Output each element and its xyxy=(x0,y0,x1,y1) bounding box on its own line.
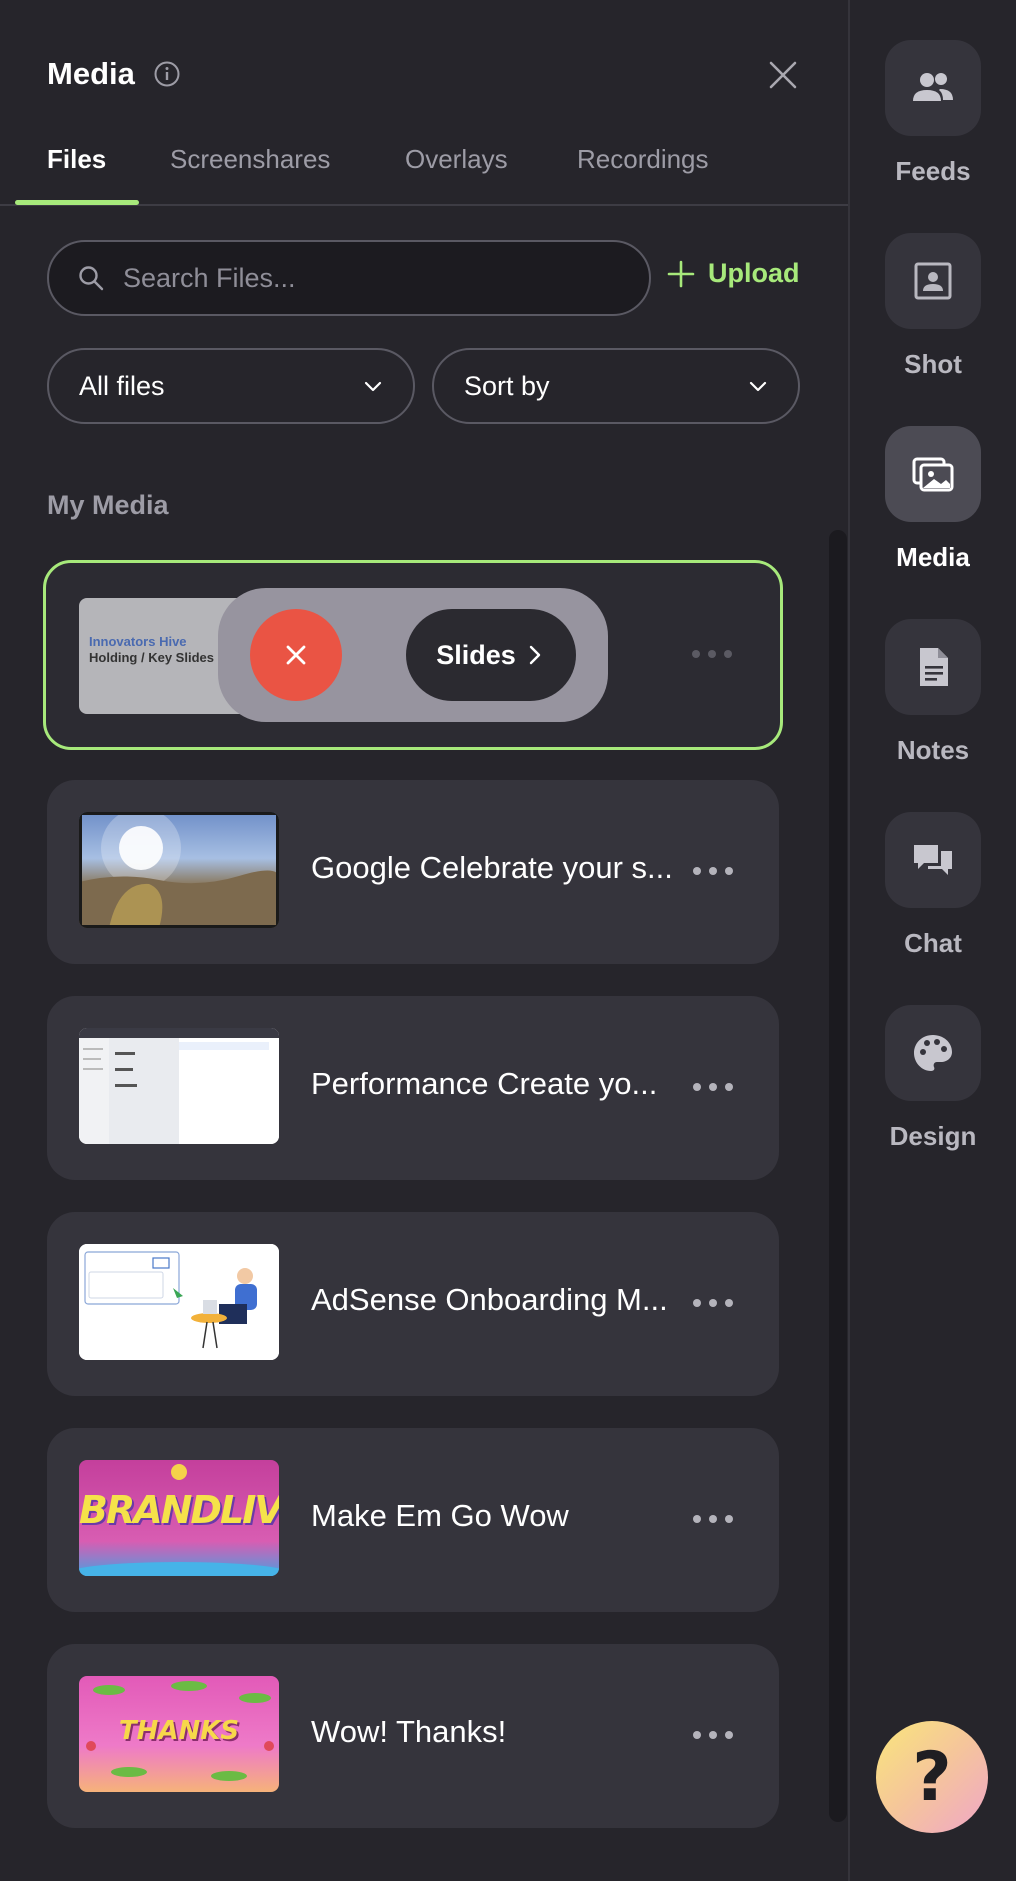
section-title: My Media xyxy=(47,490,169,520)
shot-icon xyxy=(914,262,952,300)
sort-value: Sort by xyxy=(464,370,550,401)
close-icon[interactable] xyxy=(766,58,800,92)
thumb-text: BRANDLIVE xyxy=(79,1488,279,1532)
more-options-button[interactable] xyxy=(693,1288,733,1318)
media-thumbnail xyxy=(79,1244,279,1360)
chat-icon xyxy=(914,845,952,875)
tab-overlays[interactable]: Overlays xyxy=(405,144,508,175)
media-item-name: Make Em Go Wow xyxy=(311,1498,569,1533)
active-tab-indicator xyxy=(15,200,139,205)
rail-button xyxy=(885,1005,981,1101)
rail-label: Notes xyxy=(896,735,970,765)
chevron-right-icon xyxy=(529,645,540,665)
media-panel: Media Files Screenshares Overlays Record… xyxy=(0,0,848,1881)
rail-button xyxy=(885,233,981,329)
media-item[interactable]: Google Celebrate your s... xyxy=(47,780,779,964)
tab-bar: Files Screenshares Overlays Recordings xyxy=(0,132,848,206)
rail-label: Media xyxy=(896,542,970,572)
media-item-name: Wow! Thanks! xyxy=(311,1714,507,1749)
upload-button[interactable]: Upload xyxy=(666,258,800,289)
media-item[interactable]: Performance Create yo... xyxy=(47,996,779,1180)
document-icon xyxy=(920,648,948,686)
thumb-title: Innovators Hive xyxy=(89,634,187,649)
media-item[interactable]: AdSense Onboarding M... xyxy=(47,1212,779,1396)
sort-dropdown[interactable]: Sort by xyxy=(432,348,800,424)
more-options-button[interactable] xyxy=(693,1720,733,1750)
media-thumbnail xyxy=(79,1028,279,1144)
thumb-text: THANKS xyxy=(118,1716,240,1746)
rail-item-media[interactable]: Media xyxy=(850,426,1016,573)
media-item[interactable]: THANKS Wow! Thanks! xyxy=(47,1644,779,1828)
more-options-button[interactable] xyxy=(693,1072,733,1102)
rail-button xyxy=(885,426,981,522)
search-box xyxy=(47,240,651,316)
media-item-name: Performance Create yo... xyxy=(311,1066,658,1101)
media-item-name: Google Celebrate your s... xyxy=(311,850,673,885)
rail-button xyxy=(885,619,981,715)
scrollbar[interactable] xyxy=(829,530,847,1822)
help-button[interactable]: ? xyxy=(876,1721,988,1833)
rail-label: Feeds xyxy=(895,156,971,186)
side-rail: Feeds Shot Media Notes Chat Design xyxy=(848,0,1016,1881)
rail-item-feeds[interactable]: Feeds xyxy=(850,40,1016,187)
chevron-down-icon xyxy=(749,381,767,392)
search-icon xyxy=(79,266,104,291)
thumb-subtitle: Holding / Key Slides xyxy=(89,650,214,665)
media-thumbnail: BRANDLIVE xyxy=(79,1460,279,1576)
chevron-down-icon xyxy=(364,381,382,392)
remove-button[interactable] xyxy=(250,609,342,701)
image-icon xyxy=(912,457,954,492)
rail-label: Design xyxy=(889,1121,977,1151)
info-icon[interactable] xyxy=(153,60,181,88)
media-thumbnail: THANKS xyxy=(79,1676,279,1792)
palette-icon xyxy=(914,1035,952,1071)
close-icon xyxy=(286,645,306,665)
rail-button xyxy=(885,812,981,908)
rail-label: Chat xyxy=(904,928,962,958)
panel-header: Media xyxy=(47,56,181,92)
help-icon: ? xyxy=(912,1737,952,1817)
file-type-dropdown[interactable]: All files xyxy=(47,348,415,424)
media-item[interactable]: BRANDLIVE Make Em Go Wow xyxy=(47,1428,779,1612)
page-title: Media xyxy=(47,56,135,91)
plus-icon xyxy=(667,260,695,287)
rail-item-chat[interactable]: Chat xyxy=(850,812,1016,959)
rail-label: Shot xyxy=(904,349,962,379)
tab-screenshares[interactable]: Screenshares xyxy=(170,144,330,175)
upload-label: Upload xyxy=(708,258,800,288)
slides-label: Slides xyxy=(436,639,516,670)
people-icon xyxy=(913,73,953,101)
rail-item-notes[interactable]: Notes xyxy=(850,619,1016,766)
rail-button xyxy=(885,40,981,136)
more-options-button[interactable] xyxy=(692,639,732,669)
tab-files[interactable]: Files xyxy=(47,144,106,175)
tab-recordings[interactable]: Recordings xyxy=(577,144,709,175)
emoji-icon xyxy=(171,1464,187,1480)
search-input[interactable] xyxy=(123,262,603,294)
slides-button[interactable]: Slides xyxy=(406,609,576,701)
rail-item-design[interactable]: Design xyxy=(850,1005,1016,1152)
media-thumbnail xyxy=(79,812,279,928)
file-type-value: All files xyxy=(79,370,165,401)
rail-item-shot[interactable]: Shot xyxy=(850,233,1016,380)
more-options-button[interactable] xyxy=(693,1504,733,1534)
media-item-name: AdSense Onboarding M... xyxy=(311,1282,668,1317)
more-options-button[interactable] xyxy=(693,856,733,886)
